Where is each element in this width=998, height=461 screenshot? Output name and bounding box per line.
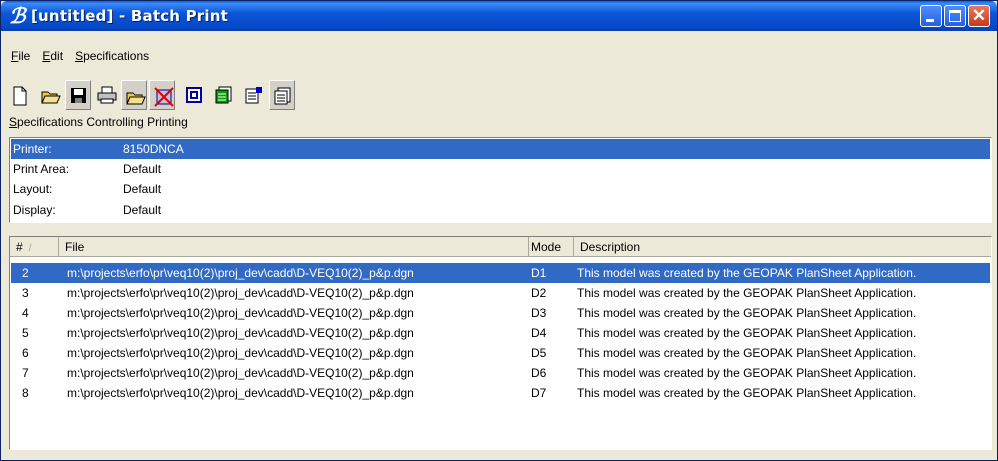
file-row-number: 3 (22, 286, 29, 300)
file-row-mode: D7 (531, 386, 547, 400)
file-row-path: m:\projects\erfo\pr\veq10(2)\proj_dev\ca… (67, 386, 414, 400)
title-bar[interactable]: ℬ [untitled] - Batch Print ✕ (1, 1, 997, 31)
file-row-number: 8 (22, 386, 29, 400)
save-icon (71, 88, 86, 103)
file-row-description: This model was created by the GEOPAK Pla… (577, 286, 917, 300)
spec-value: Default (123, 203, 162, 217)
save-button[interactable] (65, 80, 91, 110)
file-row-path: m:\projects\erfo\pr\veq10(2)\proj_dev\ca… (67, 306, 414, 320)
column-header-number-label: # (16, 240, 23, 254)
open-button[interactable] (37, 80, 63, 110)
maximize-icon (949, 10, 961, 22)
spec-row-printer[interactable]: Printer: 8150DNCA (11, 139, 990, 159)
file-row[interactable]: 3 m:\projects\erfo\pr\veq10(2)\proj_dev\… (11, 283, 990, 303)
spec-row-layout[interactable]: Layout: Default (11, 179, 990, 199)
new-document-icon (13, 86, 27, 106)
file-row[interactable]: 2 m:\projects\erfo\pr\veq10(2)\proj_dev\… (11, 263, 990, 283)
column-header-description[interactable]: Description (574, 237, 991, 257)
window-icon (186, 87, 202, 103)
file-row-mode: D1 (531, 266, 547, 280)
no-printer-button[interactable] (149, 80, 175, 110)
spec-value: 8150DNCA (123, 142, 184, 156)
file-row-mode: D3 (531, 306, 547, 320)
minimize-button[interactable] (920, 5, 942, 27)
file-row-path: m:\projects\erfo\pr\veq10(2)\proj_dev\ca… (67, 366, 414, 380)
spec-key: Display: (13, 203, 56, 217)
spec-row-print-area[interactable]: Print Area: Default (11, 159, 990, 179)
file-row-description: This model was created by the GEOPAK Pla… (577, 306, 917, 320)
file-row-mode: D2 (531, 286, 547, 300)
file-row-path: m:\projects\erfo\pr\veq10(2)\proj_dev\ca… (67, 326, 414, 340)
file-row-description: This model was created by the GEOPAK Pla… (577, 266, 917, 280)
file-row-mode: D5 (531, 346, 547, 360)
file-row-number: 5 (22, 326, 29, 340)
spec-key: Print Area: (13, 162, 70, 176)
spec-value: Default (123, 162, 162, 176)
spec-key: Layout: (13, 182, 53, 196)
menu-bar: File Edit Specifications (5, 47, 155, 65)
open-folder-icon (41, 91, 61, 104)
menu-specifications[interactable]: Specifications (69, 47, 155, 65)
print-icon (97, 86, 117, 104)
file-row-description: This model was created by the GEOPAK Pla… (577, 346, 917, 360)
file-row[interactable]: 6 m:\projects\erfo\pr\veq10(2)\proj_dev\… (11, 343, 990, 363)
sheet-button[interactable] (211, 80, 237, 110)
file-row-number: 2 (22, 266, 29, 280)
specs-section-label: Specifications Controlling Printing (9, 115, 188, 129)
open-specs-icon (126, 92, 146, 105)
close-icon: ✕ (971, 6, 987, 25)
file-row-number: 6 (22, 346, 29, 360)
column-header-number[interactable]: # / (10, 237, 59, 257)
minimize-icon (926, 19, 934, 22)
print-button[interactable] (93, 80, 119, 110)
batch-print-window: ℬ [untitled] - Batch Print ✕ File Edit S… (0, 0, 998, 461)
specifications-list[interactable]: Printer: 8150DNCA Print Area: Default La… (9, 137, 992, 223)
new-button[interactable] (7, 80, 33, 110)
file-row-description: This model was created by the GEOPAK Pla… (577, 366, 917, 380)
file-row-mode: D4 (531, 326, 547, 340)
file-row-description: This model was created by the GEOPAK Pla… (577, 326, 917, 340)
file-row-path: m:\projects\erfo\pr\veq10(2)\proj_dev\ca… (67, 346, 414, 360)
sort-indicator-icon: / (28, 243, 32, 254)
file-row[interactable]: 4 m:\projects\erfo\pr\veq10(2)\proj_dev\… (11, 303, 990, 323)
spec-row-display[interactable]: Display: Default (11, 200, 990, 220)
column-header-file[interactable]: File (59, 237, 529, 257)
sheet-properties-icon (245, 87, 262, 104)
spec-key: Printer: (13, 142, 52, 156)
menu-file[interactable]: File (5, 47, 36, 65)
file-row-path: m:\projects\erfo\pr\veq10(2)\proj_dev\ca… (67, 266, 414, 280)
file-row-number: 4 (22, 306, 29, 320)
menu-edit[interactable]: Edit (36, 47, 69, 65)
open-specs-button[interactable] (121, 80, 147, 110)
close-button[interactable]: ✕ (968, 5, 990, 27)
spec-value: Default (123, 182, 162, 196)
sheet-list-icon (274, 87, 291, 105)
file-row[interactable]: 7 m:\projects\erfo\pr\veq10(2)\proj_dev\… (11, 363, 990, 383)
file-row-mode: D6 (531, 366, 547, 380)
window-button[interactable] (181, 80, 207, 110)
file-row-description: This model was created by the GEOPAK Pla… (577, 386, 917, 400)
window-title: [untitled] - Batch Print (31, 7, 228, 25)
geopak-app-icon: ℬ (9, 3, 26, 28)
column-header-mode[interactable]: Mode (529, 237, 574, 257)
sheet-properties-button[interactable] (241, 80, 267, 110)
file-row[interactable]: 8 m:\projects\erfo\pr\veq10(2)\proj_dev\… (11, 383, 990, 403)
maximize-button[interactable] (944, 5, 966, 27)
sheet-icon (215, 86, 232, 104)
file-row-path: m:\projects\erfo\pr\veq10(2)\proj_dev\ca… (67, 286, 414, 300)
no-printer-icon (154, 87, 174, 107)
file-row[interactable]: 5 m:\projects\erfo\pr\veq10(2)\proj_dev\… (11, 323, 990, 343)
file-row-number: 7 (22, 366, 29, 380)
file-list[interactable]: # / File Mode Description 2 m:\projects\e… (9, 236, 992, 450)
sheet-list-button[interactable] (269, 80, 295, 110)
